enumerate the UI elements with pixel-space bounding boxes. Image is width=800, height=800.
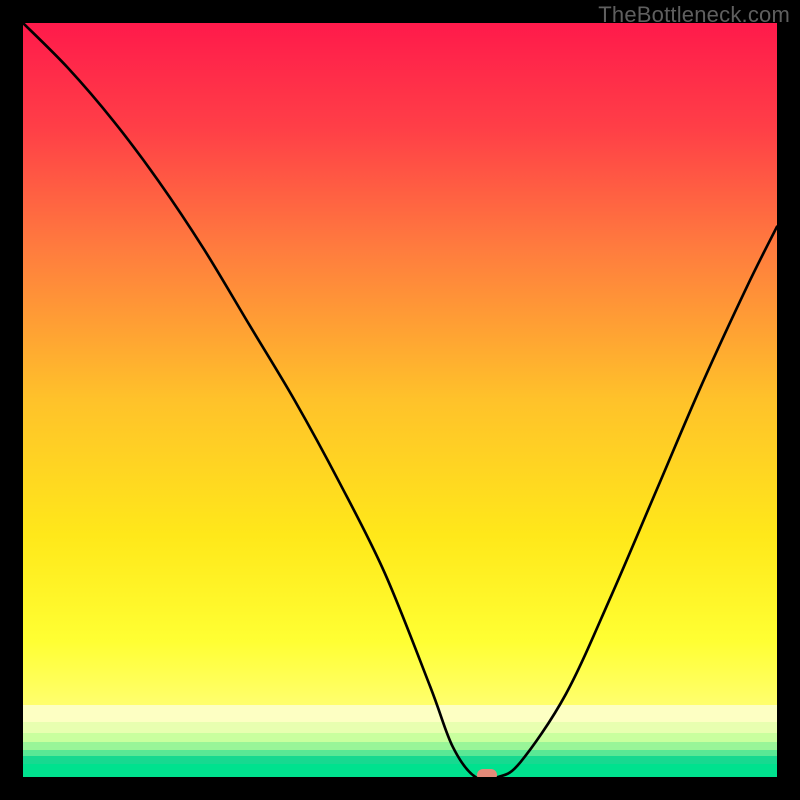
chart-frame: TheBottleneck.com <box>0 0 800 800</box>
bottleneck-curve-path <box>23 23 777 777</box>
optimal-marker <box>477 769 497 777</box>
plot-area <box>23 23 777 777</box>
curve-layer <box>23 23 777 777</box>
